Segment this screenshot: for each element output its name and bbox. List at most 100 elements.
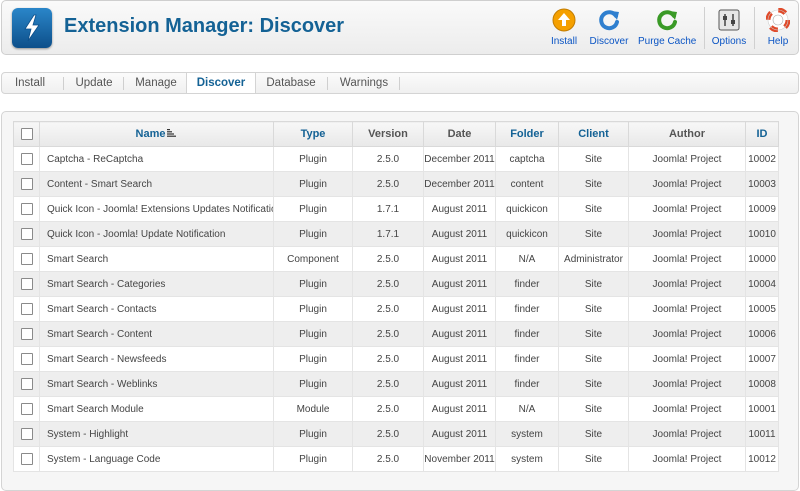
select-all-checkbox[interactable] <box>20 128 33 141</box>
cell-folder: finder <box>495 346 559 372</box>
submenu-tabs: Install Update Manage Discover Database … <box>1 72 799 94</box>
column-header-name[interactable]: Name <box>39 121 274 147</box>
install-label: Install <box>550 36 578 47</box>
row-select-cell <box>13 346 40 372</box>
column-header-folder[interactable]: Folder <box>495 121 559 147</box>
cell-type: Plugin <box>273 171 353 197</box>
table-row: Smart Search Module Module 2.5.0 August 201… <box>13 396 779 422</box>
cell-version: 2.5.0 <box>352 171 424 197</box>
purge-cache-button[interactable]: Purge Cache <box>638 8 696 48</box>
sort-ascending-icon <box>167 128 177 140</box>
cell-author: Joomla! Project <box>628 146 746 172</box>
cell-id: 10009 <box>745 196 779 222</box>
table-row: Smart Search - Newsfeeds Plugin 2.5.0 Augus… <box>13 346 779 372</box>
cell-client: Site <box>558 446 629 472</box>
cell-date: November 2011 <box>423 446 496 472</box>
install-button[interactable]: Install <box>547 8 581 48</box>
cell-name: Quick Icon - Joomla! Extensions Updates … <box>39 196 274 222</box>
tab-database[interactable]: Database <box>261 73 321 93</box>
cell-folder: quickicon <box>495 221 559 247</box>
row-checkbox[interactable] <box>20 228 33 240</box>
row-checkbox[interactable] <box>20 203 33 215</box>
row-checkbox[interactable] <box>20 178 33 190</box>
cell-date: August 2011 <box>423 196 496 222</box>
cell-client: Site <box>558 421 629 447</box>
cell-client: Administrator <box>558 246 629 272</box>
row-checkbox[interactable] <box>20 353 33 365</box>
cell-author: Joomla! Project <box>628 321 746 347</box>
cell-date: December 2011 <box>423 171 496 197</box>
cell-folder: finder <box>495 271 559 297</box>
column-header-id[interactable]: ID <box>745 121 779 147</box>
cell-type: Plugin <box>273 221 353 247</box>
tab-update[interactable]: Update <box>70 73 118 93</box>
row-checkbox[interactable] <box>20 253 33 265</box>
cell-folder: finder <box>495 321 559 347</box>
cell-client: Site <box>558 371 629 397</box>
cell-name: Smart Search - Categories <box>39 271 274 297</box>
cell-client: Site <box>558 396 629 422</box>
cell-name: Smart Search - Newsfeeds <box>39 346 274 372</box>
table-row: Smart Search - Categories Plugin 2.5.0 Augu… <box>13 271 779 297</box>
row-checkbox[interactable] <box>20 378 33 390</box>
cell-date: August 2011 <box>423 296 496 322</box>
cell-type: Plugin <box>273 271 353 297</box>
tab-manage[interactable]: Manage <box>130 73 182 93</box>
cell-date: August 2011 <box>423 396 496 422</box>
discover-button[interactable]: Discover <box>589 8 629 48</box>
cell-name: Smart Search - Weblinks <box>39 371 274 397</box>
cell-id: 10002 <box>745 146 779 172</box>
cell-name: Smart Search - Contacts <box>39 296 274 322</box>
tab-install[interactable]: Install <box>10 73 50 93</box>
row-checkbox[interactable] <box>20 428 33 440</box>
extensions-table: Name Type Version Date Folder Client Aut… <box>13 121 779 472</box>
row-checkbox[interactable] <box>20 278 33 290</box>
row-select-cell <box>13 421 40 447</box>
row-select-cell <box>13 146 40 172</box>
cell-version: 2.5.0 <box>352 421 424 447</box>
column-header-type[interactable]: Type <box>273 121 353 147</box>
column-header-date: Date <box>423 121 496 147</box>
cell-name: Smart Search Module <box>39 396 274 422</box>
tab-divider <box>63 77 64 90</box>
row-select-cell <box>13 396 40 422</box>
discover-icon <box>597 8 621 32</box>
cell-date: August 2011 <box>423 421 496 447</box>
cell-id: 10006 <box>745 321 779 347</box>
cell-version: 2.5.0 <box>352 396 424 422</box>
row-checkbox[interactable] <box>20 153 33 165</box>
options-button[interactable]: Options <box>710 8 748 48</box>
cell-id: 10008 <box>745 371 779 397</box>
column-header-client[interactable]: Client <box>558 121 629 147</box>
row-checkbox[interactable] <box>20 328 33 340</box>
tab-warnings[interactable]: Warnings <box>333 73 395 93</box>
row-select-cell <box>13 171 40 197</box>
table-row: Quick Icon - Joomla! Update Notification… <box>13 221 779 247</box>
help-button[interactable]: Help <box>762 7 794 48</box>
cell-type: Plugin <box>273 321 353 347</box>
row-checkbox[interactable] <box>20 303 33 315</box>
cell-date: December 2011 <box>423 146 496 172</box>
row-select-cell <box>13 196 40 222</box>
purge-cache-label: Purge Cache <box>638 36 697 47</box>
cell-date: August 2011 <box>423 246 496 272</box>
row-checkbox[interactable] <box>20 403 33 415</box>
cell-author: Joomla! Project <box>628 421 746 447</box>
toolbar-divider <box>704 7 705 49</box>
cell-author: Joomla! Project <box>628 271 746 297</box>
row-checkbox[interactable] <box>20 453 33 465</box>
cell-folder: system <box>495 446 559 472</box>
cell-author: Joomla! Project <box>628 221 746 247</box>
row-select-cell <box>13 221 40 247</box>
table-row: Smart Search Component 2.5.0 August 2011 N/A… <box>13 246 779 272</box>
cell-name: Smart Search - Content <box>39 321 274 347</box>
tab-discover[interactable]: Discover <box>186 73 256 93</box>
cell-id: 10011 <box>745 421 779 447</box>
cell-folder: finder <box>495 371 559 397</box>
row-select-cell <box>13 371 40 397</box>
cell-author: Joomla! Project <box>628 346 746 372</box>
cell-name: System - Highlight <box>39 421 274 447</box>
cell-version: 2.5.0 <box>352 446 424 472</box>
cell-client: Site <box>558 171 629 197</box>
cell-id: 10001 <box>745 396 779 422</box>
